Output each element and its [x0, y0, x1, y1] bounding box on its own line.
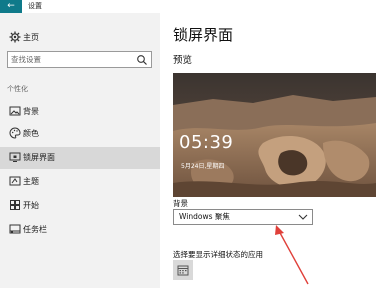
detailed-status-app-button[interactable]	[173, 260, 193, 280]
chevron-down-icon	[298, 214, 308, 220]
sidebar-item-label: 颜色	[23, 129, 39, 138]
calendar-icon	[177, 265, 189, 276]
sidebar-item-label: 主页	[23, 33, 39, 42]
page-title: 锁屏界面	[173, 26, 234, 44]
sidebar-item-themes[interactable]: 主题	[0, 171, 160, 193]
search-box[interactable]	[7, 51, 152, 68]
preview-label: 预览	[173, 55, 193, 66]
lock-screen-icon	[8, 151, 22, 165]
background-dropdown[interactable]: Windows 聚焦	[173, 209, 313, 225]
title-bar: ← 设置	[0, 0, 389, 13]
section-label: 个性化	[7, 85, 28, 93]
background-dropdown-value: Windows 聚焦	[179, 212, 230, 221]
sidebar-item-colors[interactable]: 颜色	[0, 123, 160, 145]
image-icon	[8, 105, 22, 119]
background-label: 背景	[173, 199, 188, 208]
palette-icon	[8, 127, 22, 141]
gear-icon	[8, 31, 22, 45]
back-button[interactable]: ←	[0, 0, 22, 13]
sidebar-item-home[interactable]: 主页	[0, 27, 160, 49]
theme-icon	[8, 175, 22, 189]
sidebar-item-taskbar[interactable]: 任务栏	[0, 219, 160, 241]
back-arrow-icon: ←	[7, 1, 15, 11]
taskbar-icon	[8, 223, 22, 237]
sidebar-item-lock-screen[interactable]: 锁屏界面	[0, 147, 160, 169]
sidebar-item-label: 任务栏	[23, 225, 47, 234]
sidebar-item-label: 开始	[23, 201, 39, 210]
detailed-status-apps-label: 选择要显示详细状态的应用	[173, 250, 263, 259]
start-icon	[8, 199, 22, 213]
search-icon[interactable]	[136, 54, 148, 66]
sidebar-item-label: 锁屏界面	[23, 153, 55, 162]
preview-date: 5月24日,星期四	[181, 163, 225, 170]
main-panel: 锁屏界面 预览 05:39 5月24日,星期四 背景 Windows 聚焦 选择…	[160, 13, 389, 288]
sidebar-item-background[interactable]: 背景	[0, 101, 160, 123]
sidebar: 主页 个性化 背景 颜色 锁屏界面 主题 开始	[0, 13, 160, 288]
sidebar-item-label: 主题	[23, 177, 39, 186]
preview-clock: 05:39	[179, 132, 234, 153]
search-input[interactable]	[11, 52, 126, 67]
lock-screen-preview: 05:39 5月24日,星期四	[173, 73, 376, 197]
sidebar-item-start[interactable]: 开始	[0, 195, 160, 217]
window-title: 设置	[28, 2, 42, 10]
sidebar-item-label: 背景	[23, 107, 39, 116]
